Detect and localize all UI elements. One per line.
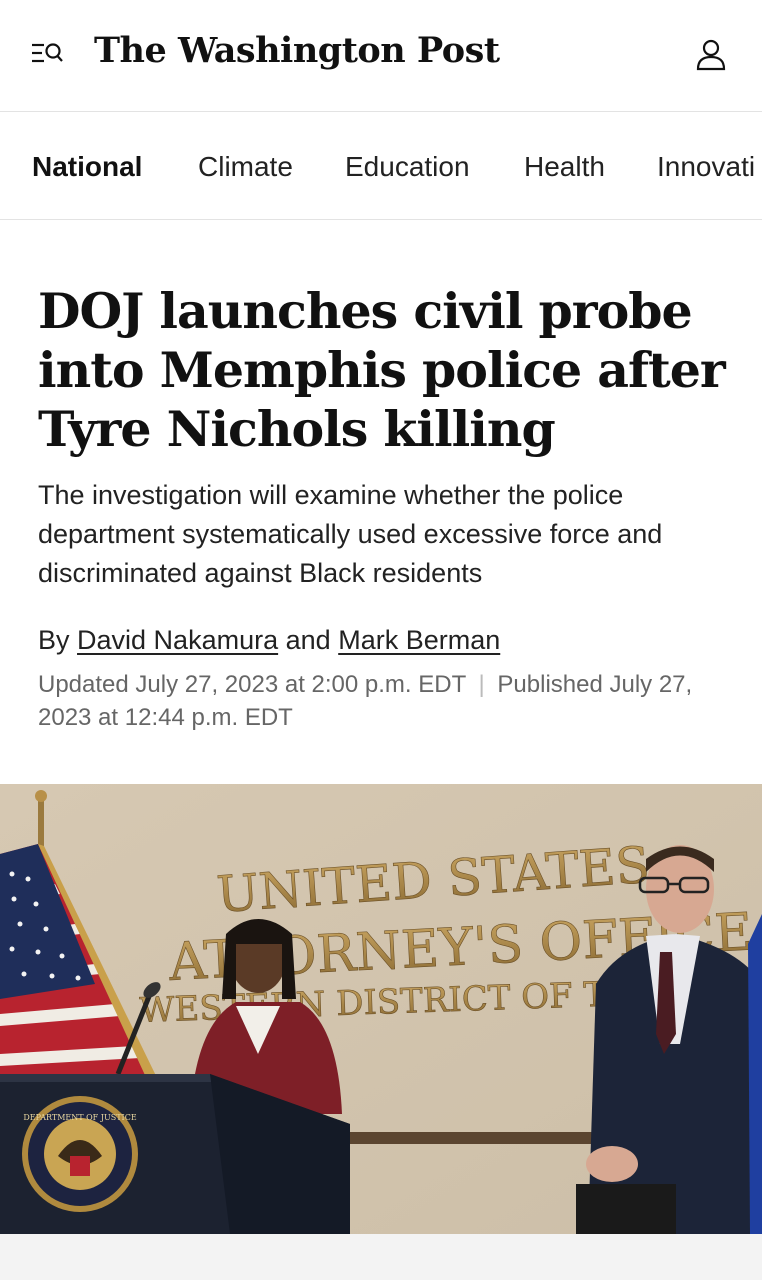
footer-strip (0, 1234, 762, 1280)
dateline: Updated July 27, 2023 at 2:00 p.m. EDT |… (38, 668, 728, 734)
tab-innovations[interactable]: Innovati (657, 151, 755, 183)
tab-climate[interactable]: Climate (198, 151, 293, 183)
dateline-separator: | (478, 671, 485, 698)
lead-photo[interactable]: UNITED STATES ATTORNEY'S OFFICE WESTERN … (0, 784, 762, 1234)
seal-text: DEPARTMENT OF JUSTICE (23, 1113, 137, 1122)
article-dek: The investigation will examine whether t… (38, 480, 663, 588)
tab-education[interactable]: Education (345, 151, 470, 183)
author-link-nakamura[interactable]: David Nakamura (77, 625, 278, 655)
doj-seal: DEPARTMENT OF JUSTICE (22, 1096, 138, 1212)
tab-health[interactable]: Health (524, 151, 605, 183)
user-icon[interactable] (692, 36, 730, 74)
byline-conjunction: and (285, 625, 331, 655)
byline: By David Nakamura and Mark Berman (38, 625, 500, 656)
masthead-logo[interactable]: The Washington Post (94, 30, 500, 71)
author-link-berman[interactable]: Mark Berman (338, 625, 500, 655)
top-bar: The Washington Post (0, 0, 762, 112)
byline-prefix: By (38, 625, 70, 655)
section-nav: National Climate Education Health Innova… (0, 113, 762, 220)
menu-search-icon[interactable] (30, 38, 66, 68)
article-headline: DOJ launches civil probe into Memphis po… (38, 282, 726, 458)
tab-national[interactable]: National (32, 151, 142, 183)
updated-timestamp: Updated July 27, 2023 at 2:00 p.m. EDT (38, 671, 466, 698)
